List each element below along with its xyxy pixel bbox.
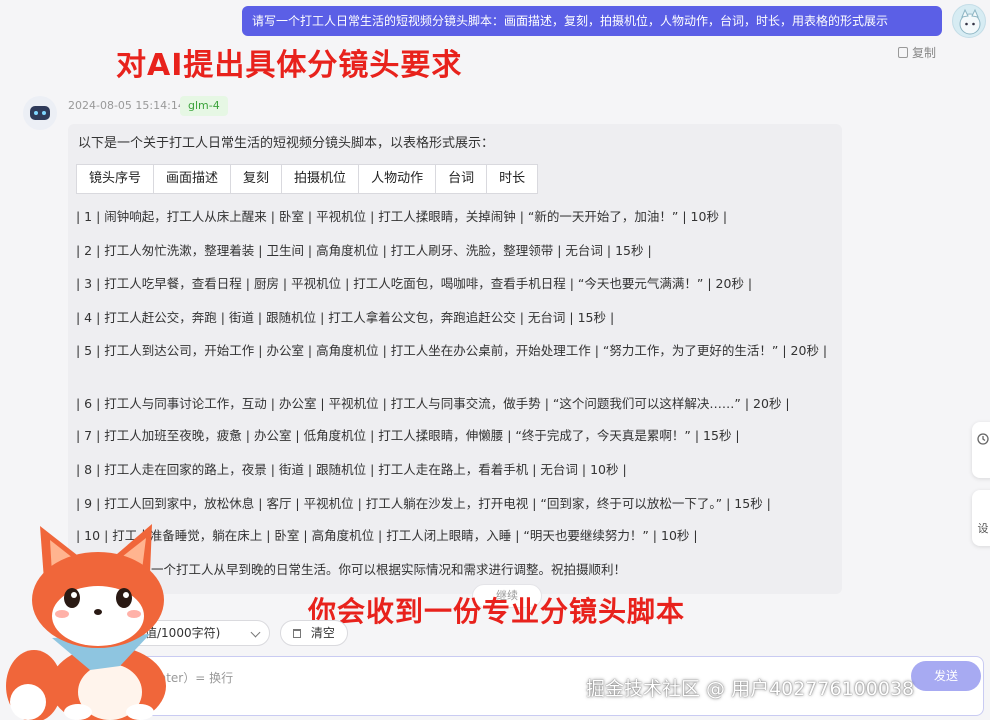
copy-button[interactable]: 复制	[898, 44, 936, 61]
script-row: | 5 | 打工人到达公司，开始工作 | 办公室 | 高角度机位 | 打工人坐在…	[76, 343, 828, 358]
chevron-down-icon	[250, 627, 261, 638]
user-avatar-icon	[959, 8, 981, 35]
script-row: | 8 | 打工人走在回家的路上，夜景 | 街道 | 跟随机位 | 打工人走在路…	[76, 462, 627, 477]
side-tab-label: 设	[977, 522, 989, 535]
side-tab-settings[interactable]: 设	[972, 490, 990, 546]
send-button[interactable]: 发送	[911, 661, 981, 691]
table-header-cell: 拍摄机位	[282, 165, 360, 193]
table-header-cell: 画面描述	[154, 165, 232, 193]
table-header-cell: 时长	[499, 171, 526, 186]
script-row: | 4 | 打工人赶公交，奔跑 | 街道 | 跟随机位 | 打工人拿着公文包，奔…	[76, 310, 615, 325]
reply-timestamp: 2024-08-05 15:14:14	[68, 99, 185, 112]
fox-mascot-icon	[6, 524, 166, 720]
bot-avatar	[23, 96, 57, 130]
script-row: | 2 | 打工人匆忙洗漱，整理着装 | 卫生间 | 高角度机位 | 打工人刷牙…	[76, 243, 652, 258]
reply-intro: 以下是一个关于打工人日常生活的短视频分镜头脚本，以表格形式展示：	[78, 136, 495, 151]
script-row: | 9 | 打工人回到家中，放松休息 | 客厅 | 平视机位 | 打工人躺在沙发…	[76, 496, 771, 511]
trash-icon	[293, 629, 301, 638]
table-header-cell: 人物动作	[359, 165, 437, 193]
script-row: | 6 | 打工人与同事讨论工作，互动 | 办公室 | 平视机位 | 打工人与同…	[76, 396, 790, 411]
table-header-cell: 镜头序号	[77, 165, 155, 193]
clock-icon	[977, 433, 989, 445]
annotation-top: 对AI提出具体分镜头要求	[116, 48, 463, 83]
table-header-cell: 台词	[436, 165, 488, 193]
copy-label: 复制	[912, 46, 937, 60]
clear-label: 清空	[310, 626, 335, 640]
table-header: 镜头序号 画面描述 复刻 拍摄机位 人物动作 台词 时长	[76, 164, 539, 194]
clear-button[interactable]: 清空	[280, 620, 348, 646]
table-header-cell: 复刻	[231, 165, 283, 193]
script-row: | 3 | 打工人吃早餐，查看日程 | 厨房 | 平视机位 | 打工人吃面包，喝…	[76, 276, 753, 291]
annotation-bottom: 你会收到一份专业分镜头脚本	[308, 595, 686, 628]
send-label: 发送	[933, 669, 958, 683]
model-tag: glm-4	[180, 96, 228, 116]
side-tab-history[interactable]	[972, 422, 990, 478]
user-avatar	[952, 4, 986, 38]
user-message-text: 请写一个打工人日常生活的短视频分镜头脚本：画面描述，复刻，拍摄机位，人物动作，台…	[252, 14, 889, 28]
script-row: | 7 | 打工人加班至夜晚，疲惫 | 办公室 | 低角度机位 | 打工人揉眼睛…	[76, 428, 740, 443]
watermark: 掘金技术社区 @ 用户402776100038	[586, 678, 915, 700]
script-row: | 1 | 闹钟响起，打工人从床上醒来 | 卧室 | 平视机位 | 打工人揉眼睛…	[76, 209, 728, 224]
robot-icon	[30, 106, 50, 120]
copy-icon	[898, 47, 908, 58]
user-message-bubble: 请写一个打工人日常生活的短视频分镜头脚本：画面描述，复刻，拍摄机位，人物动作，台…	[242, 6, 942, 36]
